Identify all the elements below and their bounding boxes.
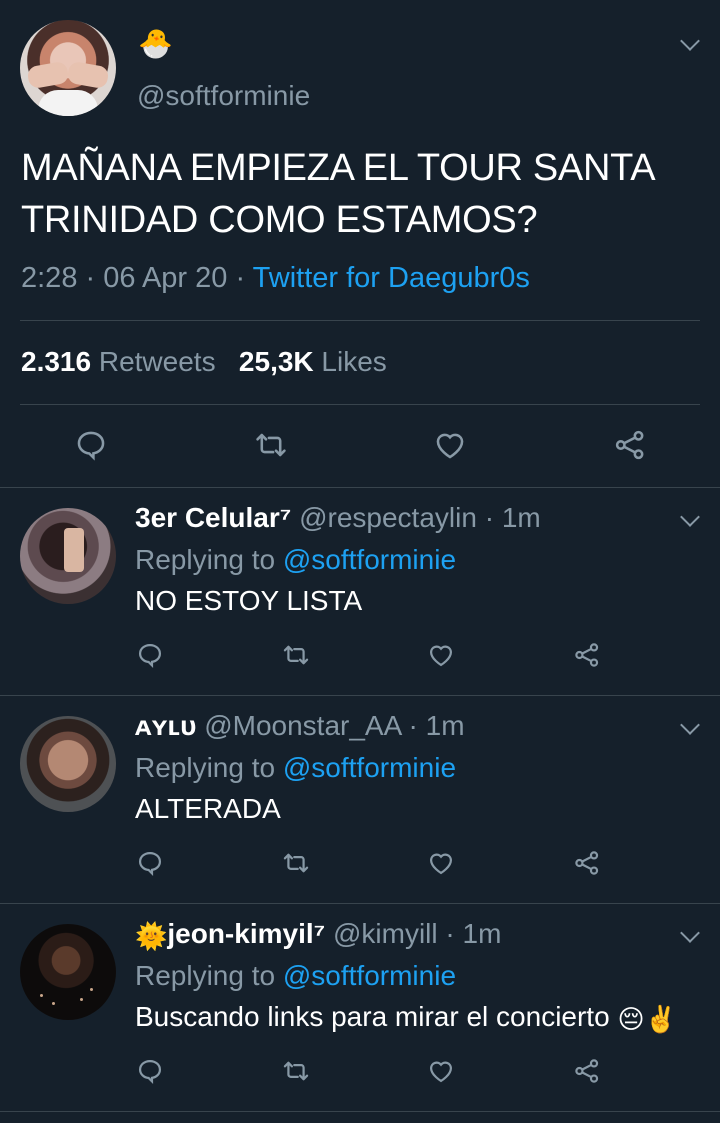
meta-separator: · <box>235 262 253 294</box>
reply-header: 3er Celular⁷ @respectaylin · 1m <box>135 502 541 534</box>
share-icon <box>575 1059 599 1083</box>
divider <box>20 404 700 405</box>
avatar[interactable] <box>20 508 116 604</box>
like-icon <box>429 853 453 875</box>
reply-button[interactable] <box>133 846 167 880</box>
meta-separator: · <box>408 710 418 741</box>
replying-to: Replying to @softforminie <box>135 752 456 784</box>
reply-tweet[interactable]: ᴀʏʟᴜ @Moonstar_AA · 1m Replying to @soft… <box>0 696 720 904</box>
user-handle[interactable]: @kimyill <box>333 918 438 949</box>
likes-count: 25,3K <box>238 346 314 377</box>
reply-button[interactable] <box>133 1054 167 1088</box>
meta-separator: · <box>445 918 455 949</box>
tweet-text: MAÑANA EMPIEZA EL TOUR SANTA TRINIDAD CO… <box>21 147 654 241</box>
reply-text: ALTERADA <box>135 793 281 824</box>
like-button[interactable] <box>430 425 470 465</box>
reply-time: 1m <box>462 918 502 949</box>
replying-to-handle[interactable]: @softforminie <box>283 544 456 575</box>
replying-to: Replying to @softforminie <box>135 544 456 576</box>
display-name[interactable]: 3er Celular⁷ <box>135 502 291 533</box>
tweet-source-link[interactable]: Twitter for Daegubr0s <box>253 262 530 294</box>
display-name[interactable]: jeon-kimyil⁷ <box>167 918 325 949</box>
reply-header: 🌞jeon-kimyil⁷ @kimyill · 1m <box>135 918 501 952</box>
like-icon <box>429 645 453 667</box>
tweet-time: 2:28 <box>21 262 78 294</box>
display-name[interactable]: ᴀʏʟᴜ <box>135 710 196 741</box>
likes-label: Likes <box>321 346 387 377</box>
reply-actions <box>0 638 720 672</box>
likes-stat[interactable]: 25,3K Likes <box>239 346 387 377</box>
like-button[interactable] <box>424 638 458 672</box>
reply-actions <box>0 846 720 880</box>
replying-prefix: Replying to <box>135 544 276 575</box>
tweet-meta: 2:28 · 06 Apr 20 · Twitter for Daegubr0s <box>21 262 530 295</box>
replying-prefix: Replying to <box>135 960 276 991</box>
share-button[interactable] <box>610 425 650 465</box>
reply-text: Buscando links para mirar el concierto <box>135 1001 610 1032</box>
user-handle[interactable]: @respectaylin <box>299 502 477 533</box>
reply-text: NO ESTOY LISTA <box>135 585 363 616</box>
retweet-icon <box>283 853 309 873</box>
replying-to-handle[interactable]: @softforminie <box>283 752 456 783</box>
avatar[interactable] <box>20 716 116 812</box>
replying-to: Replying to @softforminie <box>135 960 456 992</box>
share-button[interactable] <box>570 846 604 880</box>
reply-icon <box>138 1059 162 1085</box>
avatar[interactable] <box>20 20 116 116</box>
chevron-down-icon[interactable] <box>680 715 700 735</box>
chevron-down-icon[interactable] <box>680 31 700 51</box>
chevron-down-icon[interactable] <box>680 507 700 527</box>
meta-separator: · <box>484 502 495 533</box>
reply-icon <box>138 643 162 669</box>
display-name-emoji[interactable]: 🐣 <box>138 28 173 60</box>
share-icon <box>575 851 599 875</box>
share-button[interactable] <box>570 1054 604 1088</box>
like-icon <box>429 1061 453 1083</box>
retweet-button[interactable] <box>279 638 313 672</box>
retweet-icon <box>283 1061 309 1081</box>
divider <box>20 320 700 321</box>
pensive-peace-emoji-icon: 😔✌️ <box>617 1004 677 1034</box>
reply-icon <box>77 431 105 461</box>
retweet-button[interactable] <box>279 1054 313 1088</box>
retweet-icon <box>283 645 309 665</box>
retweets-stat[interactable]: 2.316 Retweets <box>21 346 216 377</box>
retweets-count: 2.316 <box>21 346 92 377</box>
reply-text-container: Buscando links para mirar el concierto 😔… <box>135 1001 677 1035</box>
retweet-icon <box>256 433 286 457</box>
like-button[interactable] <box>424 1054 458 1088</box>
like-icon <box>436 433 464 459</box>
reply-tweet[interactable]: 3er Celular⁷ @respectaylin · 1m Replying… <box>0 488 720 696</box>
tweet-stats: 2.316 Retweets 25,3K Likes <box>21 346 387 378</box>
retweets-label: Retweets <box>98 346 216 377</box>
tweet-actions <box>0 425 720 467</box>
like-button[interactable] <box>424 846 458 880</box>
tweet-date: 06 Apr 20 <box>103 262 228 294</box>
share-icon <box>575 643 599 667</box>
reply-icon <box>138 851 162 877</box>
avatar[interactable] <box>20 924 116 1020</box>
sun-emoji-icon: 🌞 <box>135 921 168 951</box>
replying-to-handle[interactable]: @softforminie <box>283 960 456 991</box>
reply-actions <box>0 1054 720 1088</box>
user-handle[interactable]: @softforminie <box>137 80 310 112</box>
tweet-thread: 🐣 @softforminie MAÑANA EMPIEZA EL TOUR S… <box>0 0 720 1123</box>
chevron-down-icon[interactable] <box>680 923 700 943</box>
retweet-button[interactable] <box>279 846 313 880</box>
share-button[interactable] <box>570 638 604 672</box>
reply-button[interactable] <box>71 425 111 465</box>
reply-time: 1m <box>425 710 465 741</box>
share-icon <box>615 430 644 460</box>
user-handle[interactable]: @Moonstar_AA <box>204 710 401 741</box>
replying-prefix: Replying to <box>135 752 276 783</box>
reply-button[interactable] <box>133 638 167 672</box>
reply-header: ᴀʏʟᴜ @Moonstar_AA · 1m <box>135 710 465 742</box>
main-tweet: 🐣 @softforminie MAÑANA EMPIEZA EL TOUR S… <box>0 0 720 488</box>
reply-time: 1m <box>501 502 541 533</box>
reply-tweet[interactable]: 🌞jeon-kimyil⁷ @kimyill · 1m Replying to … <box>0 904 720 1112</box>
meta-separator: · <box>85 262 104 294</box>
retweet-button[interactable] <box>251 425 291 465</box>
